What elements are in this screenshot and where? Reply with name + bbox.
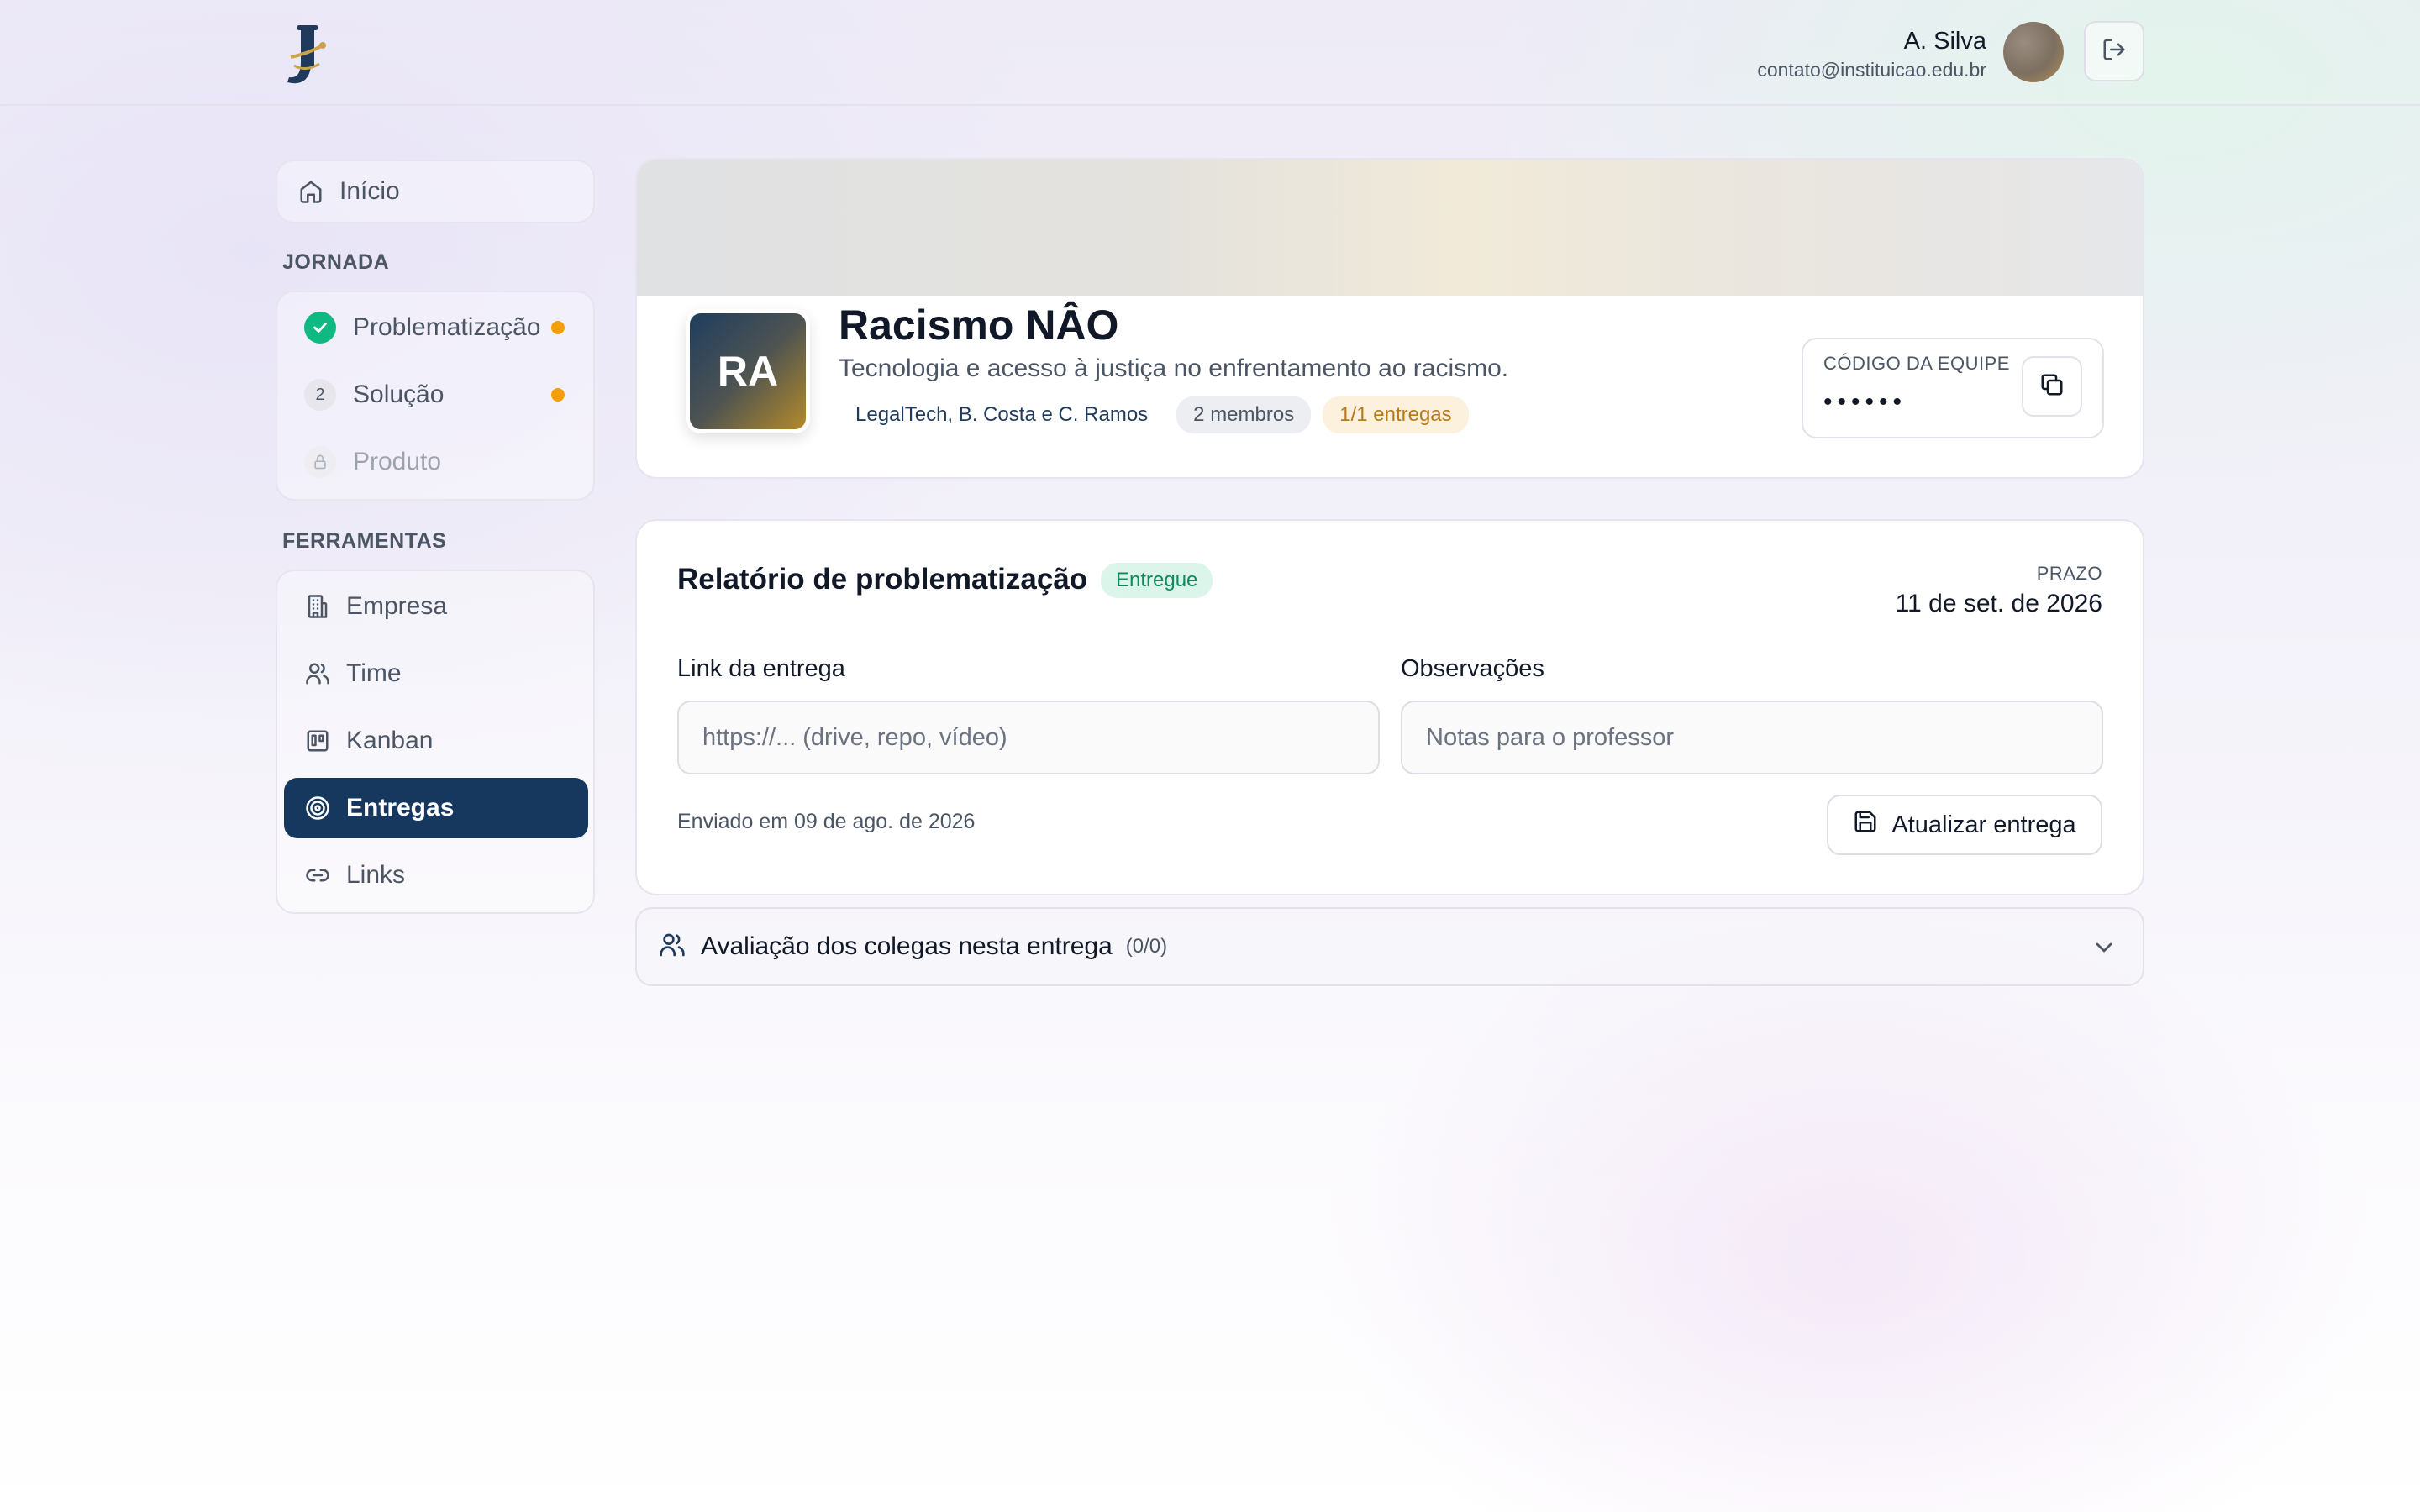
sidebar-item-label: Links: [346, 861, 406, 889]
sidebar-item-label: Empresa: [346, 592, 448, 620]
pending-dot: [551, 321, 565, 334]
lock-icon: [304, 446, 336, 478]
deadline-label: PRAZO: [2036, 563, 2102, 584]
step-number-badge: 2: [304, 379, 336, 411]
sidebar-item-entregas[interactable]: Entregas: [284, 778, 588, 838]
status-badge: Entregue: [1101, 563, 1213, 598]
sidebar-item-label: Time: [346, 659, 402, 687]
delivery-title: Relatório de problematização: [677, 563, 1088, 596]
kanban-icon: [304, 727, 331, 754]
delivery-link-input[interactable]: [677, 701, 1380, 774]
members-count-badge: 2 membros: [1176, 396, 1312, 433]
users-icon: [659, 932, 686, 963]
peer-review-count: (0/0): [1125, 935, 1168, 958]
sidebar-item-kanban[interactable]: Kanban: [284, 711, 588, 771]
sidebar-item-problematizacao[interactable]: Problematização: [284, 297, 588, 358]
save-icon: [1853, 809, 1878, 841]
team-card: RA Racismo NÂO Tecnologia e acesso à jus…: [635, 158, 2144, 479]
copy-code-button[interactable]: [2022, 356, 2082, 417]
notes-input[interactable]: [1401, 701, 2103, 774]
pending-dot: [551, 388, 565, 402]
sidebar-item-label: Solução: [353, 381, 445, 408]
top-bar: A. Silva contato@instituicao.edu.br: [0, 0, 2420, 106]
team-banner: [637, 160, 2143, 296]
logout-button[interactable]: [2084, 21, 2144, 81]
logout-icon: [2102, 37, 2127, 66]
sidebar-item-produto: Produto: [284, 432, 588, 492]
team-description: Tecnologia e acesso à justiça no enfrent…: [839, 354, 1509, 382]
user-info: A. Silva contato@instituicao.edu.br: [1757, 25, 1986, 82]
journey-nav-card: Problematização 2 Solução Produto: [276, 291, 595, 501]
sidebar-item-label: Kanban: [346, 727, 434, 754]
app-logo[interactable]: [282, 24, 333, 86]
team-code-value: ••••••: [1823, 388, 1907, 416]
team-code-box: CÓDIGO DA EQUIPE ••••••: [1802, 338, 2104, 438]
notes-field-label: Observações: [1401, 655, 1544, 682]
deadline-value: 11 de set. de 2026: [1895, 590, 2102, 617]
link-field-label: Link da entrega: [677, 655, 845, 682]
copy-icon: [2039, 372, 2065, 402]
target-icon: [304, 795, 331, 822]
tools-section-title: FERRAMENTAS: [282, 529, 447, 553]
building-icon: [304, 593, 331, 620]
sidebar-item-time[interactable]: Time: [284, 643, 588, 704]
sidebar-item-label: Produto: [353, 448, 442, 475]
journey-section-title: JORNADA: [282, 250, 390, 274]
tools-nav-card: Empresa Time Kanban Entregas Links: [276, 570, 595, 914]
sidebar-item-empresa[interactable]: Empresa: [284, 576, 588, 637]
home-icon: [297, 178, 324, 205]
update-delivery-button[interactable]: Atualizar entrega: [1827, 795, 2102, 855]
members-names-tag: LegalTech, B. Costa e C. Ramos: [855, 403, 1149, 426]
team-tags: LegalTech, B. Costa e C. Ramos 2 membros…: [839, 396, 1469, 433]
check-icon: [304, 312, 336, 344]
link-icon: [304, 862, 331, 889]
update-delivery-label: Atualizar entrega: [1891, 811, 2076, 838]
team-name: Racismo NÂO: [839, 302, 1119, 349]
team-code-label: CÓDIGO DA EQUIPE: [1823, 353, 2010, 374]
delivery-card: Relatório de problematização Entregue PR…: [635, 519, 2144, 895]
peer-review-accordion[interactable]: Avaliação dos colegas nesta entrega (0/0…: [635, 907, 2144, 986]
peer-review-title: Avaliação dos colegas nesta entrega: [701, 932, 1113, 960]
team-avatar: RA: [686, 309, 810, 433]
avatar[interactable]: [2003, 22, 2064, 82]
user-name: A. Silva: [1903, 28, 1986, 55]
user-email: contato@instituicao.edu.br: [1757, 59, 1986, 81]
sidebar-item-label: Entregas: [346, 794, 455, 822]
sent-date-text: Enviado em 09 de ago. de 2026: [677, 810, 976, 833]
sidebar-item-label: Início: [339, 177, 400, 205]
chevron-down-icon: [2091, 934, 2118, 965]
sidebar-item-label: Problematização: [353, 313, 541, 341]
deliveries-badge: 1/1 entregas: [1323, 396, 1469, 433]
sidebar-item-links[interactable]: Links: [284, 845, 588, 906]
home-nav-card: Início: [276, 160, 595, 223]
users-icon: [304, 660, 331, 687]
sidebar-item-solucao[interactable]: 2 Solução: [284, 365, 588, 425]
sidebar-item-inicio[interactable]: Início: [277, 161, 593, 222]
